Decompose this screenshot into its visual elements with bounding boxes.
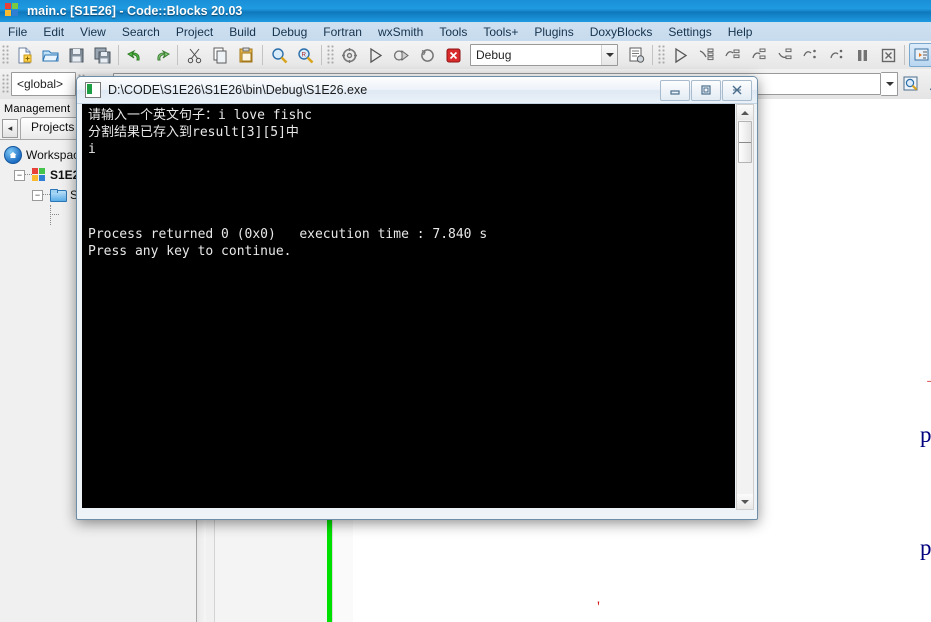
debug-step-out-icon[interactable] — [772, 43, 796, 67]
code-line-48-tail: ' — [597, 599, 600, 616]
toolbar-separator — [904, 45, 905, 65]
cut-icon[interactable] — [182, 43, 206, 67]
svg-text:R: R — [301, 52, 306, 58]
menu-item-tools[interactable]: Tools — [431, 24, 475, 40]
minimize-button[interactable] — [660, 79, 690, 101]
debug-stop-icon[interactable] — [876, 43, 900, 67]
console-app-icon — [85, 82, 101, 98]
scope-combo[interactable]: <global> — [11, 72, 76, 96]
symbol-dropdown-arrow[interactable] — [881, 72, 898, 96]
debug-next-instruction-icon[interactable] — [798, 43, 822, 67]
debug-step-into-instruction-icon[interactable] — [824, 43, 848, 67]
menu-item-settings[interactable]: Settings — [660, 24, 719, 40]
replace-icon[interactable]: R — [293, 43, 317, 67]
menu-item-fortran[interactable]: Fortran — [315, 24, 370, 40]
rebuild-icon[interactable] — [415, 43, 439, 67]
menu-item-debug[interactable]: Debug — [264, 24, 315, 40]
menu-item-build[interactable]: Build — [221, 24, 264, 40]
scrollbar-thumb[interactable] — [738, 121, 752, 163]
build-and-run-icon[interactable] — [389, 43, 413, 67]
code-fragment-pointer-increment: p++; — [920, 535, 931, 560]
menu-item-doxyblocks[interactable]: DoxyBlocks — [582, 24, 661, 40]
search-implementation-icon[interactable] — [925, 72, 931, 96]
maximize-button[interactable] — [691, 79, 721, 101]
console-title-bar[interactable]: D:\CODE\S1E26\S1E26\bin\Debug\S1E26.exe — [77, 77, 757, 104]
console-scrollbar[interactable] — [736, 104, 754, 510]
build-icon[interactable] — [337, 43, 361, 67]
code-fragment-condition: p == ' ') — [920, 422, 931, 447]
console-title: D:\CODE\S1E26\S1E26\bin\Debug\S1E26.exe — [108, 83, 368, 97]
window-title: main.c [S1E26] - Code::Blocks 20.03 — [27, 4, 243, 18]
open-file-icon[interactable] — [38, 43, 62, 67]
debugging-windows-icon[interactable] — [909, 43, 931, 67]
menu-item-search[interactable]: Search — [114, 24, 168, 40]
toolbar-grip[interactable] — [2, 45, 9, 65]
toolbar-separator — [177, 45, 178, 65]
main-toolbar: R Debug — [0, 41, 931, 70]
tree-connector — [43, 194, 50, 196]
debug-break-icon[interactable] — [850, 43, 874, 67]
toolbar-grip[interactable] — [658, 45, 665, 65]
expander-icon[interactable]: − — [32, 189, 43, 201]
menu-item-plugins[interactable]: Plugins — [526, 24, 581, 40]
folder-icon — [50, 189, 67, 202]
codeblocks-logo-icon — [5, 3, 21, 19]
copy-icon[interactable] — [208, 43, 232, 67]
menu-item-edit[interactable]: Edit — [35, 24, 72, 40]
debug-windows-icon[interactable] — [624, 43, 648, 67]
toolbar-grip[interactable] — [327, 45, 334, 65]
tree-connector — [52, 214, 59, 216]
window-title-bar: main.c [S1E26] - Code::Blocks 20.03 — [0, 0, 931, 22]
tree-connector — [25, 174, 32, 176]
build-target-value: Debug — [476, 48, 512, 62]
new-file-icon[interactable] — [12, 43, 36, 67]
abort-icon[interactable] — [441, 43, 465, 67]
console-window-buttons — [659, 79, 752, 101]
paste-icon[interactable] — [234, 43, 258, 67]
chevron-down-icon[interactable] — [882, 73, 897, 95]
find-icon[interactable] — [267, 43, 291, 67]
build-target-combo[interactable]: Debug — [470, 44, 618, 66]
project-icon — [32, 168, 46, 182]
scroll-down-icon[interactable] — [737, 494, 753, 509]
menu-item-project[interactable]: Project — [168, 24, 221, 40]
workspace-icon — [4, 146, 22, 164]
redo-icon[interactable] — [149, 43, 173, 67]
toolbar-separator — [321, 45, 322, 65]
debug-continue-icon[interactable] — [668, 43, 692, 67]
menu-item-tools-plus[interactable]: Tools+ — [475, 24, 526, 40]
debug-next-line-icon[interactable] — [720, 43, 744, 67]
toolbar-grip[interactable] — [2, 74, 9, 94]
undo-icon[interactable] — [123, 43, 147, 67]
menu-item-view[interactable]: View — [72, 24, 114, 40]
scope-value: <global> — [17, 77, 64, 91]
console-window[interactable]: D:\CODE\S1E26\S1E26\bin\Debug\S1E26.exe … — [76, 76, 758, 520]
chevron-left-icon[interactable]: ◂ — [2, 119, 18, 138]
toolbar-separator — [652, 45, 653, 65]
code-fragment-loop-increment: ++) — [926, 369, 931, 395]
run-icon[interactable] — [363, 43, 387, 67]
search-declaration-icon[interactable] — [899, 72, 923, 96]
console-output-area[interactable]: 请输入一个英文句子：i love fishc 分割结果已存入到result[3]… — [82, 104, 735, 508]
toolbar-separator — [118, 45, 119, 65]
save-all-icon[interactable] — [90, 43, 114, 67]
chevron-down-icon[interactable] — [601, 45, 617, 65]
save-icon[interactable] — [64, 43, 88, 67]
close-button[interactable] — [722, 79, 752, 101]
scroll-up-icon[interactable] — [737, 105, 753, 120]
menu-bar: File Edit View Search Project Build Debu… — [0, 22, 931, 42]
code-line-49: printf(“分割结果已存入到result[%d][%d] — [594, 615, 931, 622]
menu-item-help[interactable]: Help — [720, 24, 761, 40]
expander-icon[interactable]: − — [14, 169, 25, 181]
menu-item-file[interactable]: File — [0, 24, 35, 40]
menu-item-wxsmith[interactable]: wxSmith — [370, 24, 431, 40]
debug-run-to-cursor-icon[interactable] — [694, 43, 718, 67]
console-output-text: 请输入一个英文句子：i love fishc 分割结果已存入到result[3]… — [88, 108, 488, 259]
toolbar-separator — [262, 45, 263, 65]
debug-step-into-icon[interactable] — [746, 43, 770, 67]
